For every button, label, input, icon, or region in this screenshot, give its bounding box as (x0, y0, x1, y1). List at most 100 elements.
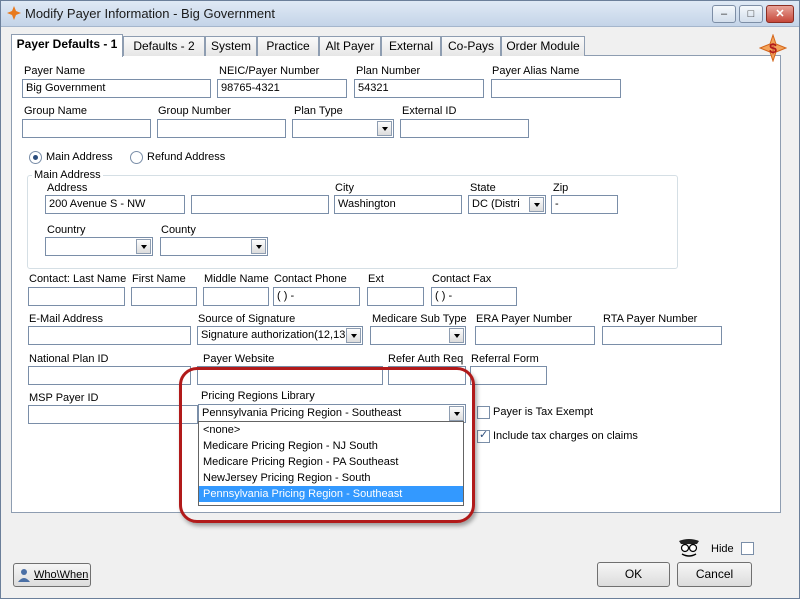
plan-type-label: Plan Type (294, 105, 343, 117)
refer-auth-req-label: Refer Auth Req (388, 353, 464, 365)
maximize-button[interactable]: □ (739, 5, 763, 23)
chevron-down-icon[interactable] (251, 239, 266, 254)
hide-label: Hide (711, 543, 734, 555)
chevron-down-icon[interactable] (136, 239, 151, 254)
chevron-down-icon[interactable] (377, 121, 392, 136)
address-line2-field[interactable] (191, 195, 329, 214)
rta-payer-number-label: RTA Payer Number (603, 313, 698, 325)
tax-exempt-label: Payer is Tax Exempt (493, 406, 594, 418)
cancel-button[interactable]: Cancel (677, 562, 752, 587)
ok-button[interactable]: OK (597, 562, 670, 587)
contact-first-name-field[interactable] (131, 287, 197, 306)
chevron-down-icon[interactable] (449, 328, 464, 343)
contact-fax-field[interactable]: ( ) - (431, 287, 517, 306)
medicare-sub-type-combo[interactable] (370, 326, 466, 345)
app-icon (7, 6, 21, 20)
signature-value: Signature authorization(12,13 (201, 329, 346, 341)
external-id-field[interactable] (400, 119, 529, 138)
tab-defaults-2[interactable]: Defaults - 2 (123, 36, 205, 56)
signature-combo[interactable]: Signature authorization(12,13 (197, 326, 363, 345)
national-plan-id-field[interactable] (28, 366, 191, 385)
chevron-down-icon[interactable] (529, 197, 544, 212)
main-address-radio[interactable] (29, 151, 42, 164)
tab-practice[interactable]: Practice (257, 36, 319, 56)
chevron-down-icon[interactable] (346, 328, 361, 343)
ext-field[interactable] (367, 287, 424, 306)
rta-payer-number-field[interactable] (602, 326, 722, 345)
plan-type-combo[interactable] (292, 119, 394, 138)
plan-number-label: Plan Number (356, 65, 421, 77)
zip-label: Zip (553, 182, 569, 194)
svg-text:$: $ (769, 40, 777, 56)
neic-field[interactable]: 98765-4321 (217, 79, 347, 98)
spy-glasses-icon (679, 539, 699, 557)
group-name-field[interactable] (22, 119, 151, 138)
contact-phone-field[interactable]: ( ) - (273, 287, 360, 306)
tab-alt-payer[interactable]: Alt Payer (319, 36, 381, 56)
contact-last-name-field[interactable] (28, 287, 125, 306)
user-icon (18, 569, 30, 582)
national-plan-id-label: National Plan ID (29, 353, 109, 365)
referral-form-label: Referral Form (471, 353, 539, 365)
minimize-button[interactable]: ‒ (712, 5, 736, 23)
who-when-label: Who\When (34, 569, 89, 581)
group-number-label: Group Number (158, 105, 231, 117)
ext-label: Ext (368, 273, 384, 285)
refund-address-radio-label: Refund Address (147, 151, 226, 163)
include-tax-label: Include tax charges on claims (493, 430, 638, 442)
city-label: City (335, 182, 354, 194)
window-title: Modify Payer Information - Big Governmen… (25, 6, 275, 21)
contact-phone-label: Contact Phone (274, 273, 347, 285)
era-payer-number-field[interactable] (475, 326, 595, 345)
payer-name-label: Payer Name (24, 65, 86, 77)
country-combo[interactable] (45, 237, 153, 256)
alias-label: Payer Alias Name (492, 65, 580, 77)
payer-logo-icon: $ (759, 34, 787, 62)
who-when-button[interactable]: Who\When (13, 563, 91, 587)
refund-address-radio[interactable] (130, 151, 143, 164)
contact-middle-name-field[interactable] (203, 287, 269, 306)
state-label: State (470, 182, 496, 194)
msp-payer-id-label: MSP Payer ID (29, 392, 99, 404)
contact-fax-label: Contact Fax (432, 273, 492, 285)
payer-name-field[interactable]: Big Government (22, 79, 211, 98)
include-tax-checkbox[interactable] (477, 428, 490, 443)
city-field[interactable]: Washington (334, 195, 462, 214)
medicare-sub-type-label: Medicare Sub Type (372, 313, 467, 325)
neic-label: NEIC/Payer Number (219, 65, 320, 77)
contact-first-name-label: First Name (132, 273, 186, 285)
hide-checkbox[interactable] (741, 542, 754, 555)
tab-system[interactable]: System (205, 36, 257, 56)
signature-label: Source of Signature (198, 313, 296, 325)
title-bar[interactable]: Modify Payer Information - Big Governmen… (1, 1, 799, 27)
tab-co-pays[interactable]: Co-Pays (441, 36, 501, 56)
main-address-group-label: Main Address (32, 169, 103, 181)
external-id-label: External ID (402, 105, 457, 117)
county-combo[interactable] (160, 237, 268, 256)
email-label: E-Mail Address (29, 313, 103, 325)
plan-number-field[interactable]: 54321 (354, 79, 484, 98)
address-line1-field[interactable]: 200 Avenue S - NW (45, 195, 185, 214)
payer-window: Modify Payer Information - Big Governmen… (0, 0, 800, 599)
zip-field[interactable]: - (551, 195, 618, 214)
county-label: County (161, 224, 196, 236)
state-combo[interactable]: DC (Distri (468, 195, 546, 214)
callout-highlight (179, 367, 475, 523)
alias-field[interactable] (491, 79, 621, 98)
tab-order-module[interactable]: Order Module (501, 36, 585, 56)
tab-external[interactable]: External (381, 36, 441, 56)
tax-exempt-checkbox[interactable] (477, 406, 490, 419)
group-number-field[interactable] (157, 119, 286, 138)
contact-last-name-label: Contact: Last Name (29, 273, 127, 285)
tab-payer-defaults-1[interactable]: Payer Defaults - 1 (11, 34, 123, 57)
close-button[interactable]: ✕ (766, 5, 794, 23)
address-label: Address (47, 182, 88, 194)
contact-middle-name-label: Middle Name (204, 273, 269, 285)
email-field[interactable] (28, 326, 191, 345)
msp-payer-id-field[interactable] (28, 405, 198, 424)
group-name-label: Group Name (24, 105, 87, 117)
country-label: Country (47, 224, 86, 236)
referral-form-field[interactable] (470, 366, 547, 385)
state-value: DC (Distri (472, 198, 520, 210)
era-payer-number-label: ERA Payer Number (476, 313, 572, 325)
